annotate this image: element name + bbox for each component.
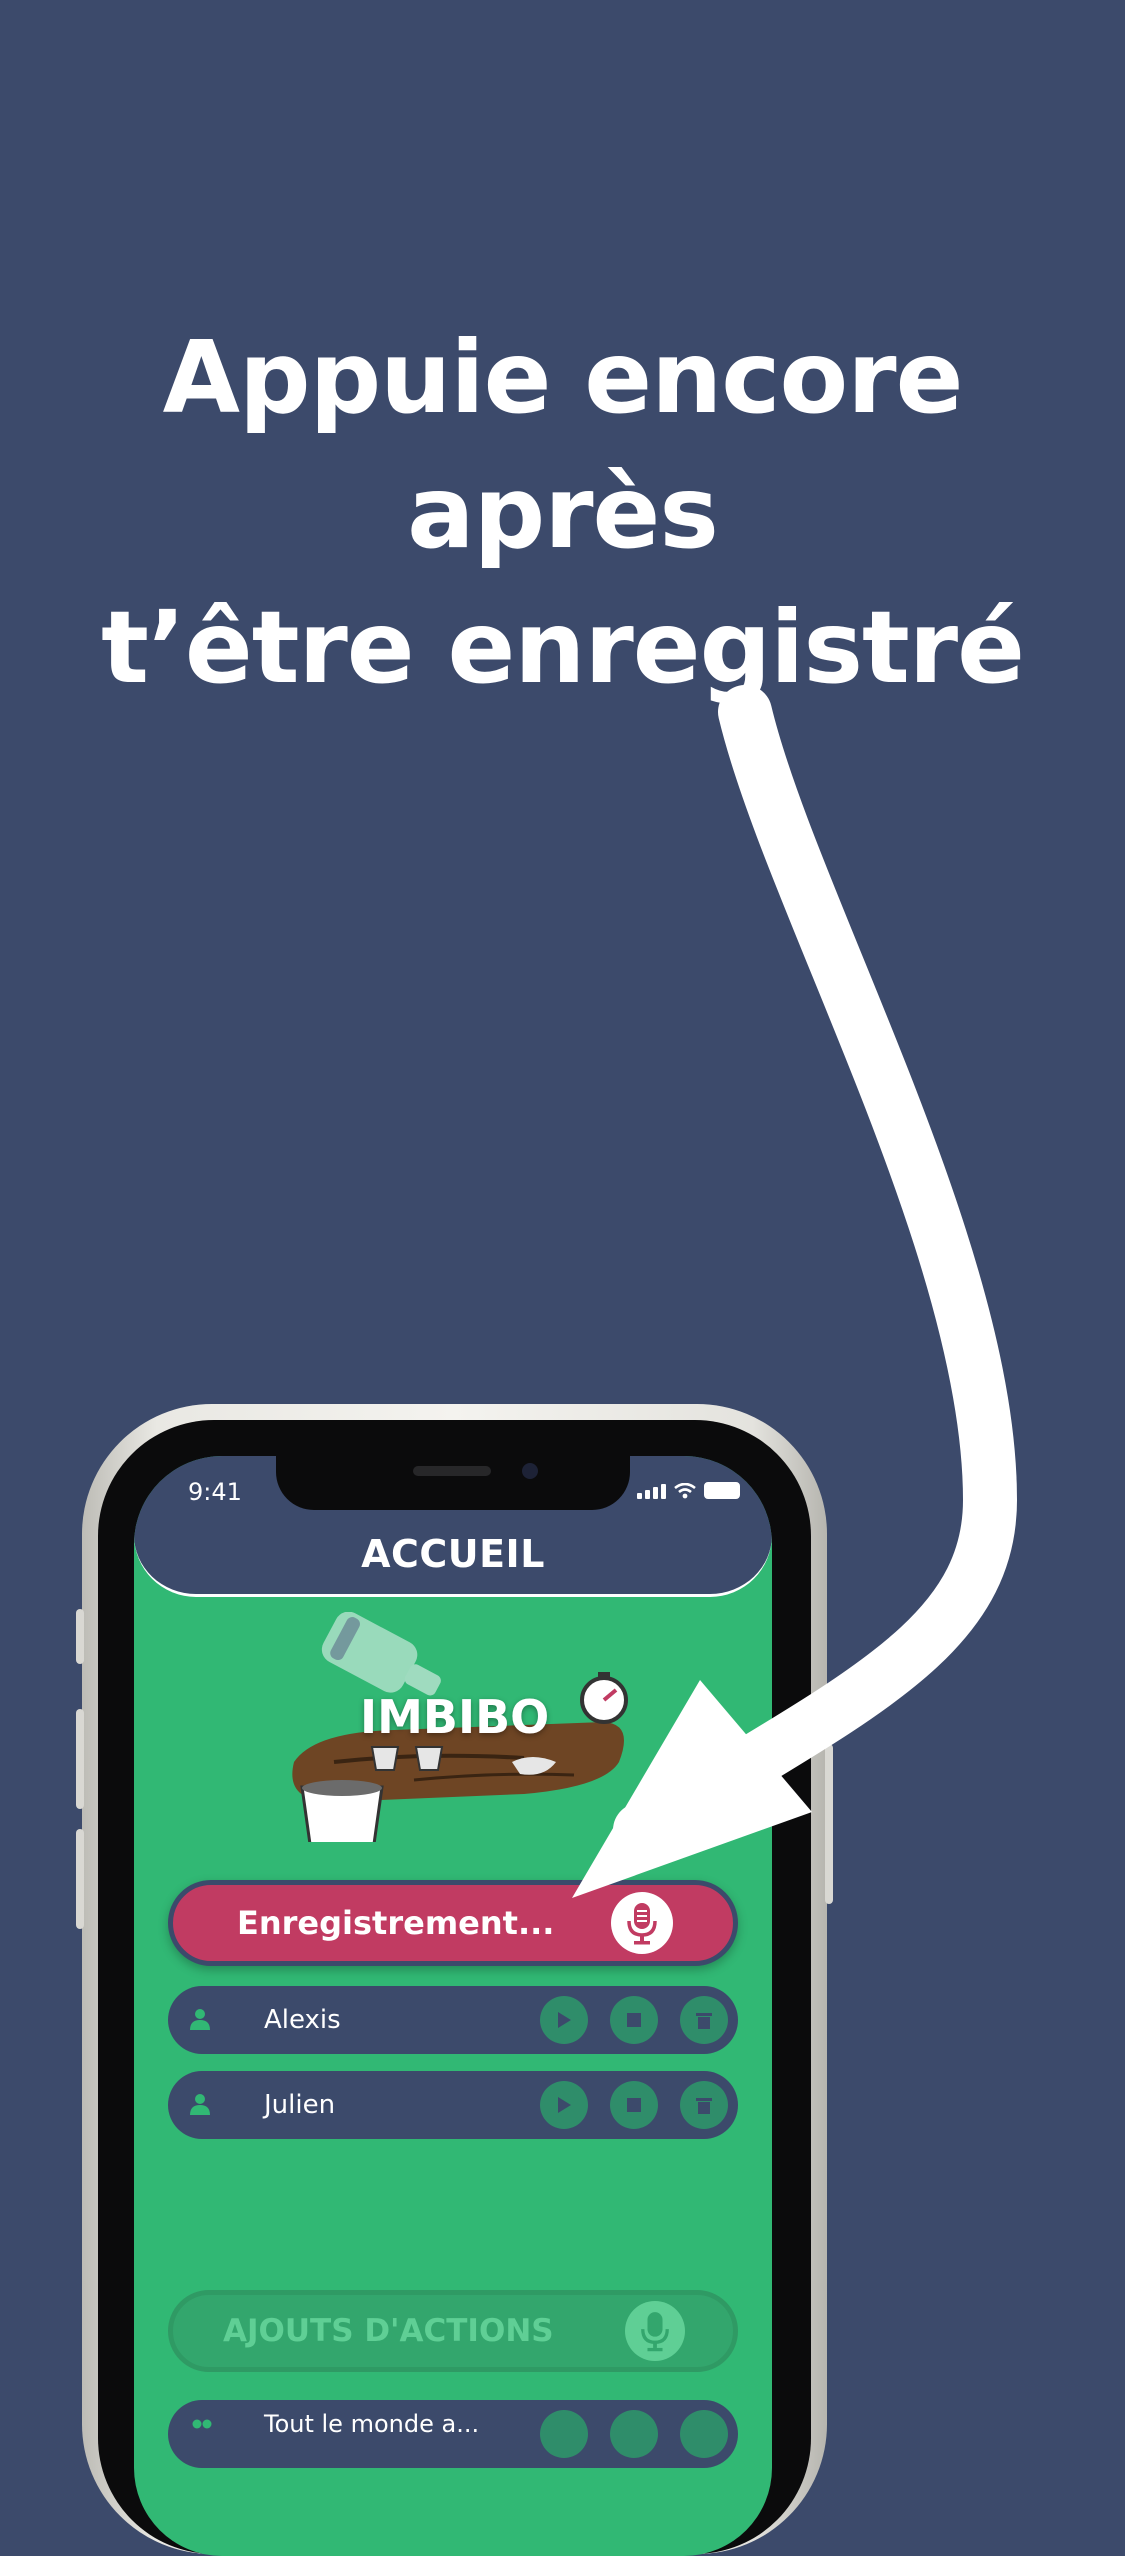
wifi-icon [674,1483,696,1499]
stop-icon [627,2013,641,2027]
play-button[interactable] [540,2081,588,2129]
power-button [825,1744,833,1904]
app-screen: 9:41 ACCUEIL IMBIBO Enregistrement... Al… [134,1456,772,2556]
delete-button[interactable] [680,2410,728,2458]
volume-down-button [76,1829,84,1929]
player-row: Julien [168,2071,738,2139]
status-time: 9:41 [188,1478,242,1506]
delete-button[interactable] [680,1996,728,2044]
headline-line-2: t’être enregistré [101,589,1025,706]
page-title: ACCUEIL [361,1532,545,1576]
player-row: Alexis [168,1986,738,2054]
action-label: Tout le monde a... [264,2410,480,2438]
play-icon [558,2012,571,2028]
microphone-icon [625,2301,685,2361]
headline: Appuie encore après t’être enregistré [0,310,1125,715]
battery-icon [704,1482,740,1499]
stop-button[interactable] [610,1996,658,2044]
phone-notch [276,1456,630,1510]
player-name: Alexis [264,2005,341,2035]
trash-icon [696,2013,712,2029]
player-name: Julien [264,2090,336,2120]
delete-button[interactable] [680,2081,728,2129]
logo-text: IMBIBO [360,1690,550,1744]
app-logo: IMBIBO [274,1611,634,1846]
add-actions-label: AJOUTS D'ACTIONS [223,2313,554,2349]
stop-button[interactable] [610,2410,658,2458]
play-button[interactable] [540,1996,588,2044]
status-icons [637,1482,740,1499]
mute-switch [76,1609,84,1664]
user-icon [190,2009,210,2030]
record-button[interactable]: Enregistrement... [168,1880,738,1966]
play-icon [558,2097,571,2113]
microphone-icon [611,1892,673,1954]
headline-line-1: Appuie encore après [162,319,964,571]
speaker [413,1466,491,1476]
record-button-label: Enregistrement... [237,1904,555,1942]
stop-icon [627,2098,641,2112]
volume-up-button [76,1709,84,1809]
play-button[interactable] [540,2410,588,2458]
phone-mockup: 9:41 ACCUEIL IMBIBO Enregistrement... Al… [76,1404,833,2556]
add-actions-button[interactable]: AJOUTS D'ACTIONS [168,2290,738,2372]
user-icon [190,2094,210,2115]
stop-button[interactable] [610,2081,658,2129]
signal-icon [637,1484,666,1499]
action-row: Tout le monde a... [168,2400,738,2468]
front-camera [522,1463,538,1479]
group-icon [192,2419,212,2429]
trash-icon [696,2098,712,2114]
